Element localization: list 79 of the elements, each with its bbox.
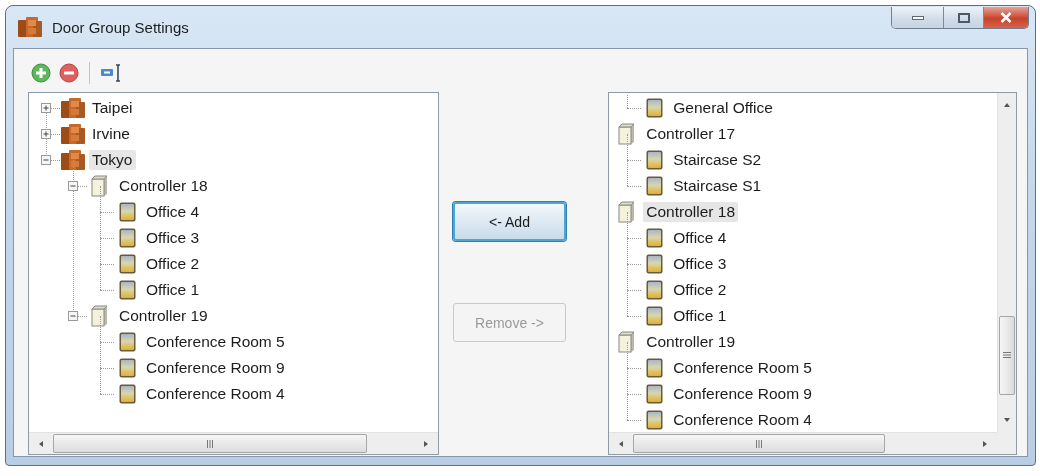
panel-icon bbox=[618, 201, 637, 223]
tree-item[interactable]: Conference Room 4 bbox=[143, 384, 288, 404]
rename-icon[interactable] bbox=[100, 63, 122, 83]
door-icon bbox=[118, 228, 136, 248]
window-title: Door Group Settings bbox=[52, 18, 190, 36]
door-icon bbox=[118, 202, 136, 222]
tree-item[interactable]: Office 3 bbox=[143, 228, 203, 248]
minimize-button[interactable] bbox=[892, 7, 943, 28]
tree-item[interactable]: Conference Room 9 bbox=[143, 358, 288, 378]
tree-item[interactable]: Controller 19 bbox=[643, 332, 739, 352]
door-icon bbox=[645, 98, 663, 118]
tree-item[interactable]: Office 3 bbox=[670, 254, 730, 274]
door-icon bbox=[645, 280, 663, 300]
arrow-icon[interactable] bbox=[421, 439, 430, 448]
tree-item[interactable]: Staircase S2 bbox=[670, 150, 765, 170]
door-icon bbox=[118, 254, 136, 274]
close-icon bbox=[1000, 12, 1012, 23]
scrollbar-thumb[interactable] bbox=[53, 434, 367, 453]
grip-icon bbox=[1003, 351, 1011, 360]
tree-item[interactable]: Controller 18 bbox=[643, 202, 739, 222]
door-icon bbox=[645, 384, 663, 404]
tree-item[interactable]: Taipei bbox=[89, 98, 136, 118]
tree-item[interactable]: Office 4 bbox=[670, 228, 730, 248]
door-icon bbox=[645, 150, 663, 170]
door-icon bbox=[645, 254, 663, 274]
maximize-button[interactable] bbox=[943, 7, 983, 28]
tree-item[interactable]: Office 2 bbox=[143, 254, 203, 274]
tree-item[interactable]: Office 4 bbox=[143, 202, 203, 222]
tree-item[interactable]: Irvine bbox=[89, 124, 133, 144]
door-icon bbox=[118, 358, 136, 378]
arrow-icon[interactable] bbox=[617, 439, 626, 448]
door-icon bbox=[118, 280, 136, 300]
door-icon bbox=[645, 358, 663, 378]
door-icon bbox=[118, 332, 136, 352]
collapse-toggle[interactable] bbox=[41, 155, 51, 165]
grip-icon bbox=[754, 439, 763, 448]
door-icon bbox=[645, 306, 663, 326]
arrow-icon[interactable] bbox=[1003, 101, 1011, 109]
panel-icon bbox=[618, 123, 637, 145]
expand-toggle[interactable] bbox=[41, 129, 51, 139]
tree-item[interactable]: Tokyo bbox=[89, 150, 136, 170]
door-icon bbox=[645, 228, 663, 248]
tree-item[interactable]: Office 1 bbox=[670, 306, 730, 326]
collapse-toggle[interactable] bbox=[68, 181, 78, 191]
cabinet-icon bbox=[60, 123, 86, 145]
arrow-icon[interactable] bbox=[981, 439, 989, 448]
collapse-toggle[interactable] bbox=[68, 311, 78, 321]
tree-item[interactable]: Controller 17 bbox=[643, 124, 739, 144]
remove-icon[interactable] bbox=[59, 63, 79, 83]
panel-icon bbox=[618, 331, 637, 353]
expand-toggle[interactable] bbox=[41, 103, 51, 113]
scrollbar-thumb[interactable] bbox=[633, 434, 885, 453]
door-icon bbox=[645, 410, 663, 430]
tree-item[interactable]: Staircase S1 bbox=[670, 176, 765, 196]
arrow-icon[interactable] bbox=[37, 439, 45, 448]
tree-item[interactable]: Controller 18 bbox=[116, 176, 211, 196]
cabinet-icon bbox=[60, 97, 86, 119]
cabinet-icon bbox=[17, 16, 43, 38]
tree-item[interactable]: Conference Room 5 bbox=[143, 332, 288, 352]
tree-item[interactable]: Conference Room 5 bbox=[670, 358, 815, 378]
minimize-icon bbox=[911, 15, 924, 20]
tree-item[interactable]: Controller 19 bbox=[116, 306, 211, 326]
maximize-icon bbox=[957, 12, 970, 23]
door-icon bbox=[118, 384, 136, 404]
door-icon bbox=[645, 176, 663, 196]
tree-item[interactable]: Conference Room 9 bbox=[670, 384, 815, 404]
tree-item[interactable]: Office 2 bbox=[670, 280, 730, 300]
close-button[interactable] bbox=[983, 7, 1028, 28]
add-icon[interactable] bbox=[31, 63, 51, 83]
tree-item[interactable]: Office 1 bbox=[143, 280, 203, 300]
action-button[interactable]: <- Add bbox=[453, 202, 566, 241]
panel-icon bbox=[91, 175, 109, 197]
grip-icon bbox=[205, 439, 214, 448]
cabinet-icon bbox=[60, 149, 86, 171]
tree-item[interactable]: Conference Room 4 bbox=[670, 410, 815, 430]
tree-item[interactable]: General Office bbox=[670, 98, 776, 118]
scrollbar-thumb[interactable] bbox=[999, 315, 1015, 396]
arrow-icon[interactable] bbox=[1003, 416, 1011, 424]
panel-icon bbox=[91, 305, 109, 327]
